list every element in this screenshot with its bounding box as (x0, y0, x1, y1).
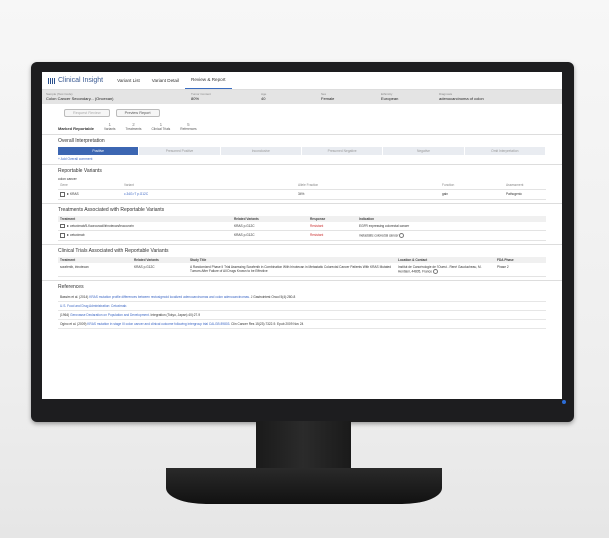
patient-field-diagnosis: Diagnosis adenocarcinoma of colon (439, 92, 484, 101)
clinical-trials-title: Clinical Trials Associated with Reportab… (58, 248, 169, 254)
reference-link[interactable]: KRAS mutation profile differences betwee… (89, 295, 250, 299)
references-title: References (58, 284, 84, 290)
row-checkbox-icon[interactable] (60, 233, 65, 238)
step-clinical-trials[interactable]: 1 Clinical Trials (152, 122, 171, 131)
variant-link[interactable]: c.34G>T p.G12C (122, 189, 296, 200)
marked-reportable-label: Marked Reportable (58, 126, 95, 131)
row-checkbox-icon[interactable] (60, 192, 65, 197)
table-header: Gene Variant Allele Fraction Function As… (58, 181, 546, 190)
treatments-title: Treatments Associated with Reportable Va… (58, 206, 165, 213)
app-logo: Clinical Insight (42, 77, 111, 84)
interpretation-option-presumed-negative[interactable]: Presumed Negative (301, 147, 384, 155)
step-references[interactable]: 5 References (180, 122, 196, 131)
clinical-trials-table: Treatment Related Variants Study Title L… (58, 257, 546, 277)
reference-link[interactable]: KRAS mutation in stage III colon cancer … (87, 322, 230, 326)
add-overall-comment-link[interactable]: + Add Overall comment (58, 157, 546, 161)
app-title: Clinical Insight (58, 77, 104, 84)
list-item: Bassim et al. (2014) KRAS mutation profi… (58, 293, 546, 302)
treatments-section: Treatments Associated with Reportable Va… (42, 204, 562, 245)
response-badge: Resistant (308, 221, 357, 231)
patient-field-age: Age 40 (261, 92, 267, 101)
interpretation-options: Positive Presumed Positive Inconclusive … (58, 147, 546, 155)
reportable-variants-title: Reportable Variants (58, 168, 102, 174)
interpretation-option-omit[interactable]: Omit Interpretation (464, 147, 546, 155)
interpretation-option-negative[interactable]: Negative (383, 147, 465, 155)
response-badge: Resistant (308, 230, 357, 241)
monitor-stand-base (166, 468, 442, 504)
list-item: (1964) Gerovasse Declaration on Populati… (58, 311, 546, 320)
request-review-button[interactable]: Request Review (64, 109, 110, 117)
main-nav: Variant List Variant Detail Review & Rep… (111, 72, 232, 89)
step-variants[interactable]: 1 Variants (104, 122, 115, 131)
interpretation-option-inconclusive[interactable]: Inconclusive (220, 147, 302, 155)
patient-field-sample: Sample (Test Code) Colon Cancer Secondar… (46, 92, 114, 101)
report-actions: Request Review Preview Report (42, 104, 562, 122)
nav-variant-detail[interactable]: Variant Detail (146, 72, 185, 89)
table-row[interactable]: sorafenib, irinotecan KRAS p.G12C A Rand… (58, 263, 546, 277)
logo-mark-icon (48, 77, 56, 84)
overall-interpretation-title: Overall Interpretation (58, 138, 105, 144)
expand-arrow-icon[interactable] (67, 224, 69, 227)
reference-link[interactable]: Gerovasse Declaration on Population and … (70, 313, 150, 317)
step-treatments[interactable]: 2 Treatments (125, 122, 141, 131)
patient-field-ethnicity: Ethnicity European (381, 92, 399, 101)
interpretation-option-positive[interactable]: Positive (58, 147, 140, 155)
app-screen: Clinical Insight Variant List Variant De… (42, 72, 562, 399)
power-led (562, 400, 566, 404)
patient-field-sex: Sex Female (321, 92, 335, 101)
preview-report-button[interactable]: Preview Report (115, 109, 160, 117)
list-item: Ogino et al. (2009) KRAS mutation in sta… (58, 320, 546, 329)
row-checkbox-icon[interactable] (60, 223, 65, 228)
expand-arrow-icon[interactable] (67, 234, 69, 237)
reportable-variants-section: Reportable Variants colon cancer Gene Va… (42, 165, 562, 204)
treatments-table: Treatment Related Variants Response Indi… (58, 215, 546, 241)
reportable-summary: Marked Reportable 1 Variants 2 Treatments … (42, 122, 562, 135)
interpretation-option-presumed-positive[interactable]: Presumed Positive (139, 147, 221, 155)
overall-interpretation-section: Overall Interpretation Positive Presumed… (42, 135, 562, 165)
table-row[interactable]: cetuximab/5-fluorouracil/irinotecan/leuc… (58, 221, 546, 231)
info-icon[interactable] (399, 233, 405, 238)
patient-field-tumor: Tumor Content 80% (191, 92, 211, 101)
nav-variant-list[interactable]: Variant List (111, 72, 146, 89)
references-section: References Bassim et al. (2014) KRAS mut… (42, 281, 562, 332)
patient-info-bar: Sample (Test Code) Colon Cancer Secondar… (42, 90, 562, 104)
table-row[interactable]: cetuximab KRAS p.G12C Resistant metastat… (58, 230, 546, 241)
clinical-trials-section: Clinical Trials Associated with Reportab… (42, 245, 562, 281)
nav-review-report[interactable]: Review & Report (185, 72, 232, 89)
reportable-variants-table: Gene Variant Allele Fraction Function As… (58, 181, 546, 200)
expand-arrow-icon[interactable] (67, 193, 69, 196)
table-row[interactable]: KRAS c.34G>T p.G12C 34% gain Pathogenic (58, 189, 546, 200)
list-item: U.S. Food and Drug Administration: Cetux… (58, 302, 546, 311)
info-icon[interactable] (432, 269, 438, 274)
top-bar: Clinical Insight Variant List Variant De… (42, 72, 562, 90)
reference-link[interactable]: U.S. Food and Drug Administration: Cetux… (60, 304, 127, 308)
